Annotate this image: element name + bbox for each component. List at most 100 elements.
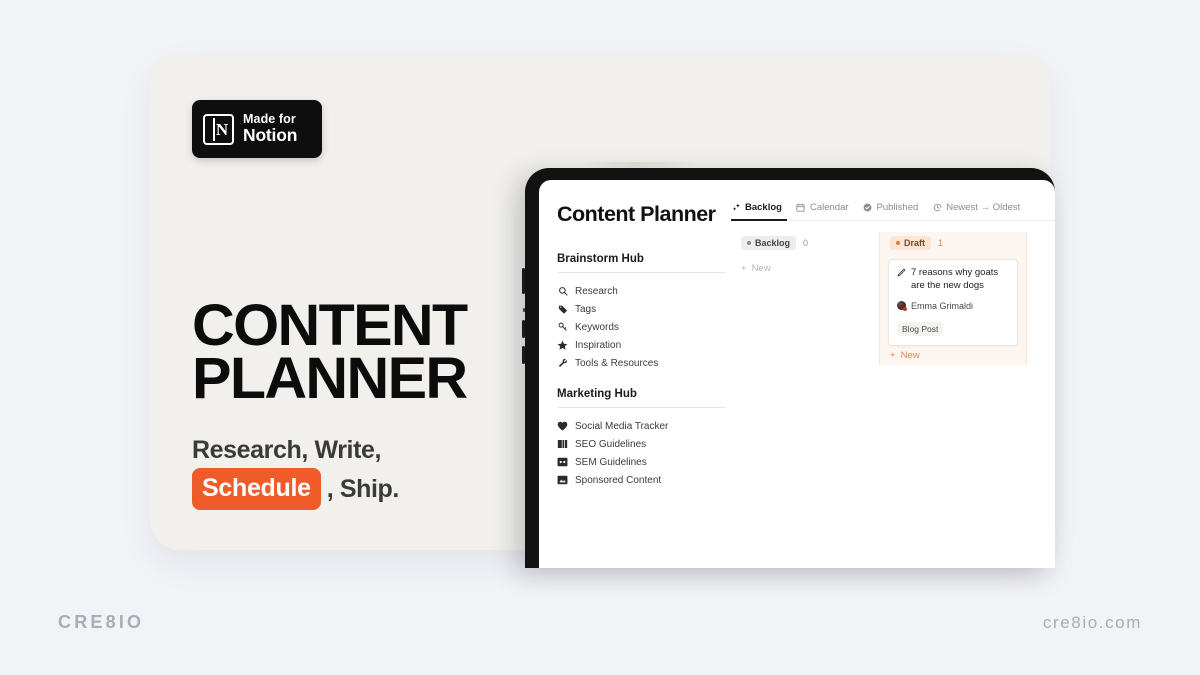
board-column-draft: Draft 1 7 reasons why goats are the new … bbox=[879, 232, 1027, 365]
sidebar-divider bbox=[557, 407, 725, 408]
sidebar-item-label: Keywords bbox=[575, 321, 619, 333]
tab-label: Published bbox=[876, 202, 919, 213]
tablet-device-mockup: Content Planner Brainstorm Hub Research bbox=[522, 162, 1055, 568]
plus-icon: + bbox=[741, 263, 747, 274]
sparkle-icon bbox=[731, 203, 741, 213]
tab-published[interactable]: Published bbox=[863, 202, 919, 214]
pencil-icon bbox=[897, 268, 906, 293]
sidebar-item-inspiration[interactable]: Inspiration bbox=[557, 336, 725, 354]
tab-backlog[interactable]: Backlog bbox=[731, 202, 782, 214]
sort-icon bbox=[932, 203, 942, 213]
new-label: New bbox=[751, 263, 771, 274]
status-dot-icon bbox=[896, 241, 900, 245]
sidebar-item-label: SEM Guidelines bbox=[575, 456, 647, 468]
sidebar-item-label: Tools & Resources bbox=[575, 357, 659, 369]
tablet-power-button bbox=[522, 268, 525, 294]
sidebar-divider bbox=[557, 272, 725, 273]
card-title-row: 7 reasons why goats are the new dogs bbox=[897, 267, 1009, 293]
badge-line-made-for: Made for bbox=[243, 112, 296, 127]
search-icon bbox=[557, 286, 568, 297]
sidebar-item-social-media-tracker[interactable]: Social Media Tracker bbox=[557, 417, 725, 435]
sidebar-heading-brainstorm: Brainstorm Hub bbox=[557, 253, 644, 265]
sidebar: Content Planner Brainstorm Hub Research bbox=[539, 202, 725, 568]
tag-icon bbox=[557, 304, 568, 315]
tab-label: Newest → Oldest bbox=[946, 202, 1021, 213]
assignee-name: Emma Grimaldi bbox=[911, 300, 974, 311]
brand-website: cre8io.com bbox=[1042, 613, 1142, 632]
board-card[interactable]: 7 reasons why goats are the new dogs Emm… bbox=[888, 259, 1018, 346]
heart-icon bbox=[557, 421, 568, 432]
tablet-top-edge-highlight bbox=[585, 162, 785, 168]
headline-block: CONTENT PLANNER Research, Write, Schedul… bbox=[192, 297, 522, 511]
new-label: New bbox=[900, 349, 920, 361]
sidebar-item-label: Sponsored Content bbox=[575, 474, 662, 486]
schedule-highlight-pill: Schedule bbox=[192, 467, 321, 511]
workspace-page-title: Content Planner bbox=[557, 202, 716, 226]
status-badge: Draft bbox=[890, 236, 932, 250]
badge-line-notion: Notion bbox=[243, 125, 298, 146]
card-title: 7 reasons why goats are the new dogs bbox=[911, 267, 999, 291]
sidebar-item-label: Research bbox=[575, 285, 618, 297]
column-name: Draft bbox=[904, 238, 926, 248]
key-icon bbox=[557, 322, 568, 333]
sidebar-item-label: Social Media Tracker bbox=[575, 420, 669, 432]
board-area: Backlog Calendar Published Newest → Olde… bbox=[725, 202, 1055, 568]
brand-wordmark: CRE8IO bbox=[58, 612, 145, 632]
sidebar-item-label: Inspiration bbox=[575, 339, 622, 351]
check-circle-icon bbox=[863, 203, 873, 213]
sidebar-item-label: Tags bbox=[575, 303, 597, 315]
image-icon bbox=[557, 457, 568, 468]
sidebar-item-sponsored-content[interactable]: Sponsored Content bbox=[557, 471, 725, 489]
card-assignee: Emma Grimaldi bbox=[897, 300, 1009, 312]
sidebar-item-label: SEO Guidelines bbox=[575, 438, 647, 450]
book-icon bbox=[557, 439, 568, 450]
notion-glyph-letter: N bbox=[215, 119, 229, 139]
headline-line-2: PLANNER bbox=[192, 346, 468, 412]
tablet-screen: Content Planner Brainstorm Hub Research bbox=[539, 180, 1055, 568]
wrench-icon bbox=[557, 358, 568, 369]
status-dot-icon bbox=[747, 241, 751, 245]
board-columns: Backlog 0 + New Draft 1 7 reasons why go… bbox=[731, 232, 1055, 365]
page-title: CONTENT PLANNER bbox=[192, 297, 529, 412]
column-header: Draft 1 bbox=[888, 232, 1018, 259]
tablet-volume-down-button bbox=[522, 346, 525, 364]
tab-label: Backlog bbox=[745, 202, 782, 213]
tab-label: Calendar bbox=[809, 202, 849, 213]
sidebar-section-marketing-hub: Marketing Hub Social Media Tracker SEO G… bbox=[557, 388, 725, 489]
tab-calendar[interactable]: Calendar bbox=[796, 202, 849, 214]
board-view-tabs: Backlog Calendar Published Newest → Olde… bbox=[731, 202, 1055, 221]
promo-screenshot: N Made for Notion CONTENT PLANNER Resear… bbox=[0, 0, 1200, 675]
sidebar-item-tools-resources[interactable]: Tools & Resources bbox=[557, 354, 725, 372]
made-for-notion-badge: N Made for Notion bbox=[192, 100, 322, 158]
add-new-card-backlog[interactable]: + New bbox=[739, 259, 871, 278]
sidebar-item-keywords[interactable]: Keywords bbox=[557, 318, 725, 336]
avatar bbox=[897, 301, 907, 312]
column-name: Backlog bbox=[755, 238, 791, 248]
plus-icon: + bbox=[890, 349, 896, 361]
calendar-icon bbox=[796, 203, 806, 213]
column-header: Backlog 0 bbox=[739, 232, 871, 259]
subheadline: Research, Write, Schedule , Ship. bbox=[192, 432, 522, 511]
column-count: 1 bbox=[938, 238, 944, 248]
notion-workspace: Content Planner Brainstorm Hub Research bbox=[539, 180, 1055, 568]
sidebar-item-seo-guidelines[interactable]: SEO Guidelines bbox=[557, 435, 725, 453]
board-column-backlog: Backlog 0 + New bbox=[731, 232, 879, 365]
card-tag: Blog Post bbox=[897, 321, 944, 336]
picture-icon bbox=[557, 475, 568, 486]
tab-sort-newest-oldest[interactable]: Newest → Oldest bbox=[932, 202, 1020, 214]
subheadline-tail: , Ship. bbox=[326, 474, 400, 503]
sidebar-item-sem-guidelines[interactable]: SEM Guidelines bbox=[557, 453, 725, 471]
sidebar-section-brainstorm-hub: Brainstorm Hub Research Tags Keywords In… bbox=[557, 253, 725, 372]
status-badge: Backlog bbox=[741, 236, 797, 250]
tablet-indicator-led bbox=[523, 308, 525, 312]
add-new-card-draft[interactable]: + New bbox=[888, 346, 1018, 365]
tablet-volume-up-button bbox=[522, 320, 525, 338]
sidebar-heading-marketing: Marketing Hub bbox=[557, 388, 637, 400]
star-icon bbox=[557, 340, 568, 351]
notion-logo-icon: N bbox=[203, 113, 234, 145]
sidebar-item-research[interactable]: Research bbox=[557, 282, 725, 300]
sidebar-item-tags[interactable]: Tags bbox=[557, 300, 725, 318]
column-count: 0 bbox=[803, 238, 809, 248]
subheadline-line-1: Research, Write, bbox=[192, 435, 382, 464]
